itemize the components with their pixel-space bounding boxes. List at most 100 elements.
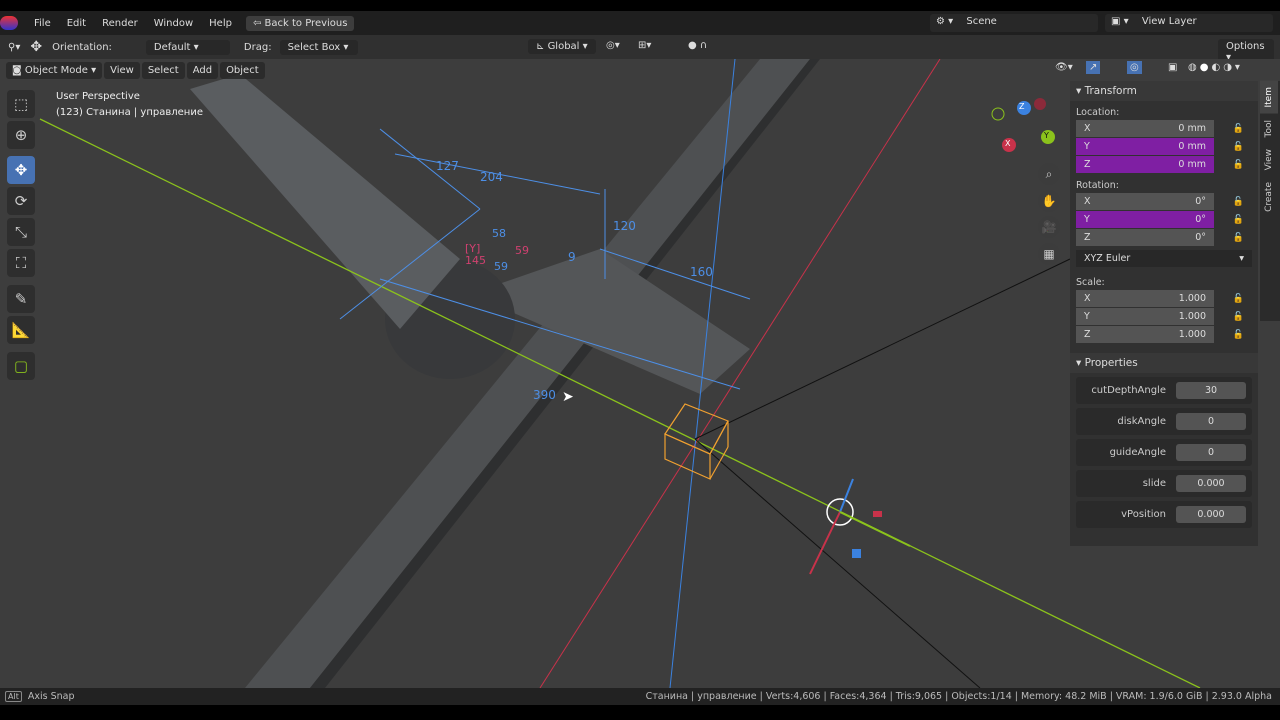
menu-object[interactable]: Object [220,61,265,79]
proportional-edit-icon[interactable]: ● ∩ [688,40,707,51]
camera-line [694,258,1071,440]
tab-view[interactable]: View [1260,143,1278,176]
rotation-x-field[interactable]: X 0° 🔓 [1076,193,1244,210]
property-value[interactable]: 0.000 [1176,506,1246,523]
lock-icon[interactable]: 🔓 [1233,160,1244,170]
lock-icon[interactable]: 🔓 [1233,312,1244,322]
rotation-z-field[interactable]: Z 0° 🔓 [1076,229,1244,246]
move-tool[interactable]: ✥ [7,156,35,184]
rotation-mode-dropdown[interactable]: XYZ Euler ▾ [1076,250,1252,267]
blender-logo-icon[interactable] [0,16,18,30]
lock-icon[interactable]: 🔓 [1233,294,1244,304]
axis: Y [1084,214,1090,225]
options-label: Options [1226,41,1265,52]
snap-icon[interactable]: ⊞▾ [638,40,651,51]
value: 0° [1195,196,1206,207]
orientation-dropdown[interactable]: Default ▾ [145,39,230,55]
transform-panel-header[interactable]: ▾ Transform [1070,81,1258,101]
visibility-icon[interactable]: 👁▾ [1055,62,1073,73]
property-name: diskAngle [1117,416,1166,427]
zoom-icon[interactable]: ⌕ [1038,163,1060,185]
top-menubar: File Edit Render Window Help ⇦ Back to P… [0,11,1280,35]
scale-tool[interactable]: ⤡ [7,218,35,246]
lock-icon[interactable]: 🔓 [1233,330,1244,340]
value: 0 mm [1178,123,1206,134]
menu-view[interactable]: View [104,61,140,79]
menu-file[interactable]: File [26,18,59,29]
object-mode-dropdown[interactable]: ◙ Object Mode ▾ [6,61,103,79]
tool-settings-icon[interactable]: ⚲▾ [8,42,20,53]
pan-hand-icon[interactable]: ✋ [1038,190,1060,212]
location-label: Location: [1076,107,1120,118]
location-y-field[interactable]: Y 0 mm 🔓 [1076,138,1244,155]
value: 0 mm [1178,159,1206,170]
menu-window[interactable]: Window [146,18,201,29]
property-value[interactable]: 0.000 [1176,475,1246,492]
pivot-icon[interactable]: ◎▾ [606,40,620,51]
grid-perspective-icon[interactable]: ▦ [1038,243,1060,265]
lock-icon[interactable]: 🔓 [1233,197,1244,207]
value: 0 mm [1178,141,1206,152]
menu-edit[interactable]: Edit [59,18,94,29]
viewport-header: ◙ Object Mode ▾ View Select Add Object 👁… [0,59,1280,81]
property-value[interactable]: 0 [1176,444,1246,461]
scene-name: Scene [966,16,997,27]
scene-selector[interactable]: ⚙ ▾ Scene [930,14,1098,32]
select-tool[interactable]: ⬚ [7,90,35,118]
gizmo-x: X [1005,139,1010,148]
annotate-tool[interactable]: ✎ [7,285,35,313]
lock-icon[interactable]: 🔓 [1233,233,1244,243]
axis: Z [1084,159,1091,170]
dim-58: 58 [492,227,506,240]
lock-icon[interactable]: 🔓 [1233,215,1244,225]
frame-beam-side [310,59,820,688]
measure-tool[interactable]: 📐 [7,316,35,344]
rotate-tool[interactable]: ⟳ [7,187,35,215]
menu-render[interactable]: Render [94,18,146,29]
rotation-label: Rotation: [1076,180,1119,191]
rotation-y-field[interactable]: Y 0° 🔓 [1076,211,1244,228]
location-z-field[interactable]: Z 0 mm 🔓 [1076,156,1244,173]
orientation-value: Default [153,41,191,53]
drag-value: Select Box [287,41,341,53]
cursor-tool[interactable]: ⊕ [7,121,35,149]
lock-icon[interactable]: 🔓 [1233,124,1244,134]
view-layer-selector[interactable]: ▣ ▾ View Layer [1105,14,1273,32]
lock-icon[interactable]: 🔓 [1233,142,1244,152]
tab-tool[interactable]: Tool [1260,114,1278,143]
property-cutdepthangle: cutDepthAngle 30 [1076,377,1252,404]
tab-item[interactable]: Item [1260,81,1278,114]
camera-icon[interactable]: 🎥 [1038,216,1060,238]
gizmo-toggle-icon[interactable]: ↗ [1086,61,1101,74]
menu-help[interactable]: Help [201,18,240,29]
gizmo-x-label[interactable]: X [1005,139,1010,148]
drag-dropdown[interactable]: Select Box ▾ [279,39,358,55]
properties-panel-header[interactable]: ▾ Properties [1070,353,1258,373]
property-value[interactable]: 30 [1176,382,1246,399]
gizmo-y-label[interactable]: Y [1044,131,1049,140]
mouse-cursor-icon: ➤ [562,389,574,405]
add-cube-tool[interactable]: ▢ [7,352,35,380]
transform-orientation-dropdown[interactable]: ⊾ Global ▾ [528,39,596,54]
shading-modes[interactable]: ◍●◐◑▾ [1188,62,1243,73]
view-layer-name: View Layer [1141,16,1197,27]
location-x-field[interactable]: X 0 mm 🔓 [1076,120,1244,137]
scale-x-field[interactable]: X 1.000 🔓 [1076,290,1244,307]
status-bar: Alt Axis Snap Станина | управление | Ver… [0,688,1280,705]
sidebar-panel: ▾ Transform Location: X 0 mm 🔓 Y 0 mm 🔓 Z 0 m… [1070,81,1258,546]
back-to-previous-button[interactable]: ⇦ Back to Previous [245,15,355,31]
overlay-toggle-icon[interactable]: ◎ [1127,61,1142,74]
menu-select[interactable]: Select [141,61,185,79]
xray-icon[interactable]: ▣ [1168,62,1177,73]
menu-add[interactable]: Add [186,61,219,79]
drag-label: Drag: [243,41,272,53]
property-value[interactable]: 0 [1176,413,1246,430]
property-name: cutDepthAngle [1091,385,1166,396]
3d-viewport[interactable]: Z Y X 127 204 58 120 9 160 390 59 145 59… [0,59,1280,688]
dim-145: 145 [465,254,486,267]
transform-tool[interactable]: ⛶ [7,249,35,277]
tab-create[interactable]: Create [1260,176,1278,218]
gizmo-z-label[interactable]: Z [1019,102,1024,111]
scale-z-field[interactable]: Z 1.000 🔓 [1076,326,1244,343]
scale-y-field[interactable]: Y 1.000 🔓 [1076,308,1244,325]
